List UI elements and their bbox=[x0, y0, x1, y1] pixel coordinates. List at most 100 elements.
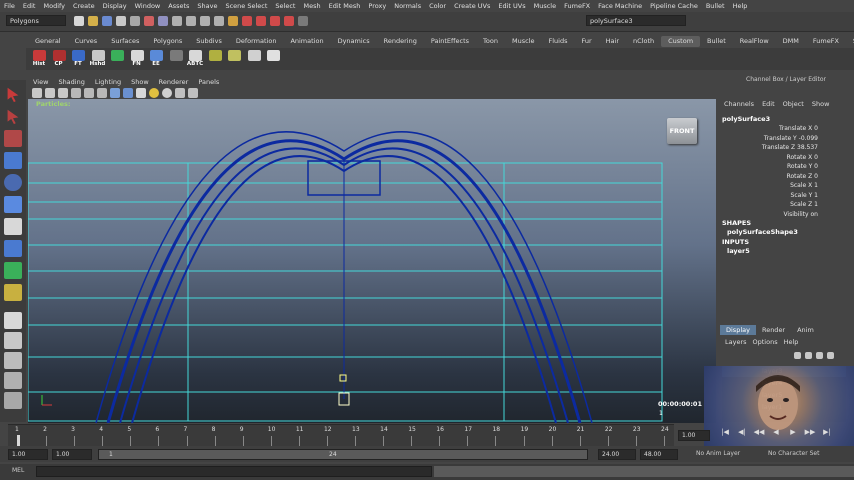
last-tool-icon[interactable] bbox=[4, 284, 22, 301]
shelf-tab-toon[interactable]: Toon bbox=[476, 36, 505, 47]
render-settings-icon[interactable] bbox=[270, 16, 280, 26]
image-plane-icon[interactable] bbox=[58, 88, 68, 98]
ipr-render-icon[interactable] bbox=[256, 16, 266, 26]
shelf-tab-curves[interactable]: Curves bbox=[68, 36, 105, 47]
attr-value[interactable]: 1 bbox=[814, 192, 818, 199]
open-scene-icon[interactable] bbox=[88, 16, 98, 26]
menu-normals[interactable]: Normals bbox=[390, 2, 425, 10]
layer-tab-render[interactable]: Render bbox=[756, 325, 791, 335]
command-language-label[interactable]: MEL bbox=[12, 467, 24, 474]
shelf-tab-deformation[interactable]: Deformation bbox=[229, 36, 284, 47]
wireframe-icon[interactable] bbox=[110, 88, 120, 98]
save-scene-icon[interactable] bbox=[102, 16, 112, 26]
menu-file[interactable]: File bbox=[0, 2, 19, 10]
new-layer-selected-icon[interactable] bbox=[805, 352, 812, 359]
menu-select[interactable]: Select bbox=[271, 2, 299, 10]
bookmark-icon[interactable] bbox=[45, 88, 55, 98]
menu-help[interactable]: Help bbox=[729, 2, 752, 10]
shelf-tab-dynamics[interactable]: Dynamics bbox=[331, 36, 377, 47]
hypershade-icon[interactable] bbox=[284, 16, 294, 26]
shelf-tab-rendering[interactable]: Rendering bbox=[377, 36, 424, 47]
view-cube[interactable]: FRONT bbox=[667, 118, 697, 144]
layer-menu-options[interactable]: Options bbox=[750, 338, 781, 346]
layer-menu-help[interactable]: Help bbox=[781, 338, 802, 346]
shelf-button-ft[interactable]: FT bbox=[69, 49, 87, 69]
character-set-label[interactable]: No Character Set bbox=[768, 450, 819, 457]
shelf-button-lasso[interactable] bbox=[225, 49, 243, 69]
channel-menu-channels[interactable]: Channels bbox=[720, 100, 758, 108]
new-layer-icon[interactable] bbox=[794, 352, 801, 359]
shelf-button-hshd[interactable]: Hshd bbox=[89, 49, 107, 69]
hypergraph-layout-icon[interactable] bbox=[4, 392, 22, 409]
camera-icon[interactable] bbox=[32, 88, 42, 98]
panel-menu-panels[interactable]: Panels bbox=[193, 77, 224, 87]
attr-row-translate-z[interactable]: Translate Z 38.537 bbox=[722, 143, 818, 152]
menu-color[interactable]: Color bbox=[425, 2, 450, 10]
layer-tab-anim[interactable]: Anim bbox=[791, 325, 820, 335]
panel-menu-shading[interactable]: Shading bbox=[53, 77, 89, 87]
resolution-gate-icon[interactable] bbox=[97, 88, 107, 98]
snap-curve-icon[interactable] bbox=[186, 16, 196, 26]
menu-display[interactable]: Display bbox=[99, 2, 131, 10]
menu-window[interactable]: Window bbox=[131, 2, 165, 10]
menu-edit-uvs[interactable]: Edit UVs bbox=[494, 2, 529, 10]
render-icon[interactable] bbox=[242, 16, 252, 26]
step-back-icon[interactable]: ◀| bbox=[735, 428, 749, 436]
shelf-tab-fumefx[interactable]: FumeFX bbox=[806, 36, 846, 47]
shelf-tab-polygons[interactable]: Polygons bbox=[146, 36, 189, 47]
menu-pipeline-cache[interactable]: Pipeline Cache bbox=[646, 2, 702, 10]
attr-value[interactable]: 1 bbox=[814, 182, 818, 189]
menu-edit-mesh[interactable]: Edit Mesh bbox=[325, 2, 365, 10]
select-object-icon[interactable] bbox=[130, 16, 140, 26]
shelf-button-fn[interactable]: FN bbox=[128, 49, 146, 69]
attr-row-rotate-z[interactable]: Rotate Z 0 bbox=[722, 172, 818, 181]
attr-value[interactable]: 38.537 bbox=[797, 144, 818, 151]
attr-value[interactable]: 0 bbox=[814, 154, 818, 161]
menu-scene-select[interactable]: Scene Select bbox=[221, 2, 271, 10]
attr-value[interactable]: 0 bbox=[814, 163, 818, 170]
start-icon[interactable]: |◀ bbox=[718, 428, 732, 436]
move-tool-icon[interactable] bbox=[4, 152, 22, 169]
channel-menu-object[interactable]: Object bbox=[779, 100, 808, 108]
attr-value[interactable]: 0 bbox=[814, 125, 818, 132]
current-frame-field[interactable]: 1.00 bbox=[678, 430, 710, 441]
shelf-tab-custom[interactable]: Custom bbox=[661, 36, 701, 47]
range-slider[interactable]: 1 24 bbox=[98, 449, 588, 460]
shelf-tab-muscle[interactable]: Muscle bbox=[505, 36, 542, 47]
panel-menu-lighting[interactable]: Lighting bbox=[90, 77, 126, 87]
attr-row-scale-y[interactable]: Scale Y 1 bbox=[722, 191, 818, 200]
move-up-icon[interactable] bbox=[816, 352, 823, 359]
attr-row-translate-x[interactable]: Translate X 0 bbox=[722, 124, 818, 133]
playback-end-field[interactable]: 24.00 bbox=[598, 449, 636, 460]
manipulator-icon[interactable] bbox=[4, 218, 22, 235]
channel-menu-show[interactable]: Show bbox=[808, 100, 834, 108]
menu-face-machine[interactable]: Face Machine bbox=[594, 2, 646, 10]
smooth-shade-icon[interactable] bbox=[123, 88, 133, 98]
panel-menu-renderer[interactable]: Renderer bbox=[154, 77, 194, 87]
shelf-tab-realflow[interactable]: RealFlow bbox=[733, 36, 776, 47]
input-line-icon[interactable] bbox=[298, 16, 308, 26]
shape-name[interactable]: polySurfaceShape3 bbox=[727, 228, 798, 236]
isolate-icon[interactable] bbox=[188, 88, 198, 98]
start-time-field[interactable]: 1.00 bbox=[8, 449, 48, 460]
scale-tool-icon[interactable] bbox=[4, 196, 22, 213]
shelf-tab-painteffects[interactable]: PaintEffects bbox=[424, 36, 476, 47]
panel-menu-view[interactable]: View bbox=[28, 77, 53, 87]
attr-row-translate-y[interactable]: Translate Y -0.099 bbox=[722, 134, 818, 143]
shelf-tab-general[interactable]: General bbox=[28, 36, 68, 47]
shadows-icon[interactable] bbox=[162, 88, 172, 98]
shelf-button-abtc[interactable]: ABTC bbox=[186, 49, 204, 69]
menu-shave[interactable]: Shave bbox=[193, 2, 221, 10]
shelf-button-cp[interactable]: CP bbox=[50, 49, 68, 69]
command-input[interactable] bbox=[36, 466, 432, 477]
attr-row-scale-z[interactable]: Scale Z 1 bbox=[722, 200, 818, 209]
xray-icon[interactable] bbox=[175, 88, 185, 98]
shelf-button-arrow[interactable] bbox=[108, 49, 126, 69]
shelf-tab-animation[interactable]: Animation bbox=[283, 36, 330, 47]
select-tool-icon[interactable] bbox=[7, 87, 19, 103]
prev-key-icon[interactable]: ◀◀ bbox=[752, 428, 766, 436]
attr-row-rotate-y[interactable]: Rotate Y 0 bbox=[722, 162, 818, 171]
menu-fumefx[interactable]: FumeFX bbox=[560, 2, 594, 10]
attr-row-scale-x[interactable]: Scale X 1 bbox=[722, 181, 818, 190]
graph-layout-icon[interactable] bbox=[4, 372, 22, 389]
